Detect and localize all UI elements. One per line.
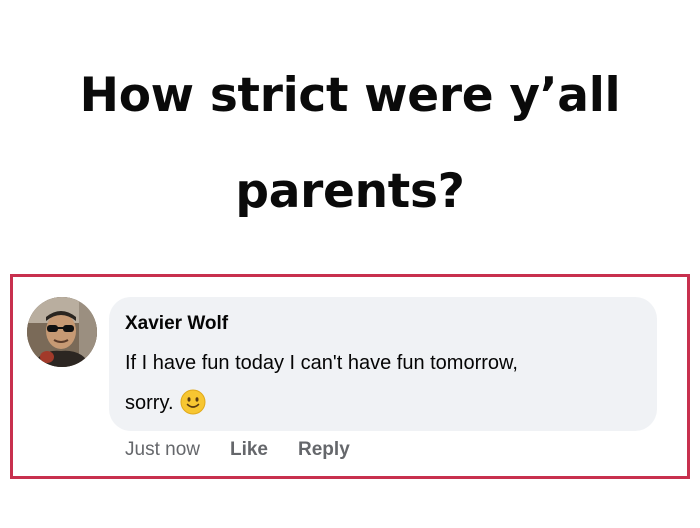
like-button[interactable]: Like: [230, 439, 268, 461]
slightly-smiling-face-icon: [180, 389, 206, 415]
comment-text-line-1: If I have fun today I can't have fun tom…: [125, 352, 518, 374]
comment-bubble: Xavier Wolf If I have fun today I can't …: [109, 297, 657, 431]
headline-line-2: parents?: [235, 164, 465, 219]
reply-button[interactable]: Reply: [298, 439, 350, 461]
headline-line-1: How strict were y’all: [79, 68, 621, 123]
comment-text-line-2: sorry.: [125, 383, 645, 423]
comment-text-line-2-words: sorry.: [125, 392, 174, 414]
comment-timestamp[interactable]: Just now: [125, 439, 200, 461]
meme-headline: How strict were y’all parents?: [0, 48, 700, 240]
meme-page: How strict were y’all parents? Xavier Wo…: [0, 0, 700, 528]
profile-photo: [27, 297, 97, 367]
comment-actions: Just now Like Reply: [125, 439, 380, 461]
avatar[interactable]: [27, 297, 97, 367]
highlighted-comment: Xavier Wolf If I have fun today I can't …: [10, 274, 690, 479]
comment-author[interactable]: Xavier Wolf: [125, 313, 228, 335]
comment-text: If I have fun today I can't have fun tom…: [125, 343, 645, 423]
